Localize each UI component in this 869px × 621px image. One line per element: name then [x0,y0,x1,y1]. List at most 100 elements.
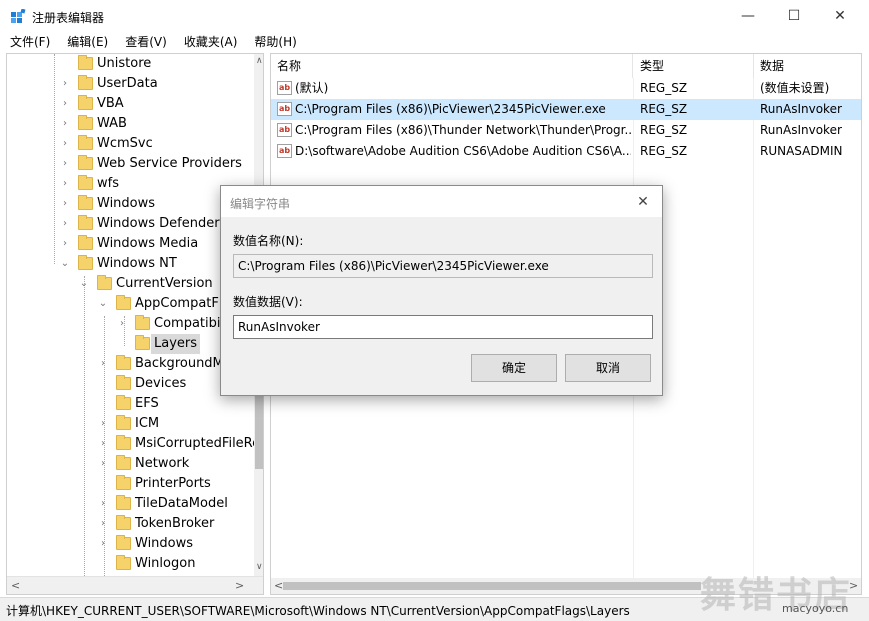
tree-item[interactable]: › Windows [7,194,254,214]
folder-icon [78,175,93,190]
tree-item[interactable]: Devices [7,374,254,394]
collapse-chevron-icon[interactable]: ⌄ [60,254,70,274]
folder-icon [116,495,131,510]
expand-chevron-icon[interactable]: › [98,414,108,434]
expand-chevron-icon[interactable]: › [98,514,108,534]
expand-chevron-icon[interactable]: › [98,494,108,514]
value-data-label: 数值数据(V): [233,295,303,309]
column-header-data[interactable]: 数据 [754,54,861,78]
close-button[interactable]: ✕ [817,0,863,32]
tree-item[interactable]: › wfs [7,174,254,194]
dialog-close-icon[interactable]: ✕ [633,192,653,212]
expand-chevron-icon[interactable]: › [117,314,127,334]
tree-scroll-thumb[interactable] [255,389,263,469]
tree-item[interactable]: EFS [7,394,254,414]
collapse-chevron-icon[interactable]: ⌄ [79,274,89,294]
menu-bar: 文件(F) 编辑(E) 查看(V) 收藏夹(A) 帮助(H) [0,32,869,52]
minimize-button[interactable]: — [725,0,771,32]
scroll-down-icon[interactable]: ∨ [256,562,263,572]
tree-horizontal-scrollbar[interactable]: < > [7,576,263,594]
expand-chevron-icon[interactable]: › [60,94,70,114]
watermark: 舞错书店 macyoyo.cn [700,566,865,621]
expand-chevron-icon[interactable]: › [60,134,70,154]
column-header-type[interactable]: 类型 [634,54,754,78]
expand-chevron-icon[interactable]: › [60,74,70,94]
string-value-icon: ab [277,102,292,116]
tree-item-label: CurrentVersion [116,276,213,291]
folder-icon [116,515,131,530]
column-header-name[interactable]: 名称 [271,54,633,78]
expand-chevron-icon[interactable]: › [98,354,108,374]
tree-item[interactable]: › Web Service Providers [7,154,254,174]
menu-help[interactable]: 帮助(H) [244,32,303,52]
folder-icon [116,555,131,570]
tree-item[interactable]: PrinterPorts [7,474,254,494]
expand-chevron-icon[interactable]: › [98,434,108,454]
tree-item[interactable]: › WAB [7,114,254,134]
list-scroll-thumb[interactable] [283,582,701,590]
list-item[interactable]: ab D:\software\Adobe Audition CS6\Adobe … [271,141,861,162]
scroll-up-icon[interactable]: ∧ [256,56,263,66]
value-type: REG_SZ [640,102,688,116]
tree-item[interactable]: ⌄ Windows NT [7,254,254,274]
tree-item[interactable]: › Windows [7,534,254,554]
cancel-button[interactable]: 取消 [565,354,651,382]
menu-file[interactable]: 文件(F) [0,32,57,52]
list-item-selected[interactable]: ab C:\Program Files (x86)\PicViewer\2345… [271,99,861,120]
tree-item[interactable]: › BackgroundModel [7,354,254,374]
tree-item-selected[interactable]: Layers [7,334,254,354]
tree-item-label: Windows [97,196,156,211]
tree-item[interactable]: ⌄ CurrentVersion [7,274,254,294]
collapse-chevron-icon[interactable]: ⌄ [98,294,108,314]
folder-open-icon [135,335,150,350]
folder-icon [116,375,131,390]
tree-item[interactable]: ⌄ AppCompatFlags [7,294,254,314]
maximize-button[interactable]: ☐ [771,0,817,32]
tree-item-label: wfs [97,176,119,191]
folder-icon [116,355,131,370]
tree-item[interactable]: › MsiCorruptedFileRecovery [7,434,263,454]
tree-item-label: Web Service Providers [97,156,242,171]
ok-button[interactable]: 确定 [471,354,557,382]
expand-chevron-icon[interactable]: › [60,214,70,234]
list-item[interactable]: ab (默认) REG_SZ (数值未设置) [271,78,861,99]
menu-edit[interactable]: 编辑(E) [57,32,115,52]
regedit-icon [11,9,26,23]
tree-item-label: Windows Media [97,236,199,251]
tree-item[interactable]: › VBA [7,94,254,114]
tree-item[interactable]: Unistore [7,54,254,74]
expand-chevron-icon[interactable]: › [60,114,70,134]
tree-item[interactable]: › Network [7,454,254,474]
expand-chevron-icon[interactable]: › [60,154,70,174]
expand-chevron-icon[interactable] [60,54,70,74]
string-value-icon: ab [277,123,292,137]
tree-item[interactable]: › TokenBroker [7,514,254,534]
value-name: C:\Program Files (x86)\Thunder Network\T… [295,123,631,137]
tree-item-label: Windows NT [97,256,177,271]
tree-item[interactable]: › Compatibility [7,314,254,334]
value-data-input[interactable]: RunAsInvoker [233,315,653,339]
tree-item[interactable]: › Windows Defender [7,214,254,234]
expand-chevron-icon[interactable]: › [60,234,70,254]
tree-item-label: Network [135,456,190,471]
tree-item[interactable]: › TileDataModel [7,494,254,514]
tree-item[interactable]: › WcmSvc [7,134,254,154]
tree-item-label: Unistore [97,56,152,71]
expand-chevron-icon[interactable]: › [98,454,108,474]
expand-chevron-icon[interactable]: › [98,534,108,554]
scroll-left-icon[interactable]: < [274,579,283,592]
tree-item[interactable]: › ICM [7,414,254,434]
expand-chevron-icon[interactable]: › [60,174,70,194]
menu-favorites[interactable]: 收藏夹(A) [174,32,245,52]
expand-chevron-icon[interactable]: › [60,194,70,214]
tree-item[interactable]: Winlogon [7,554,254,574]
string-value-icon: ab [277,144,292,158]
tree-item[interactable]: › Windows Media [7,234,254,254]
list-item[interactable]: ab C:\Program Files (x86)\Thunder Networ… [271,120,861,141]
menu-view[interactable]: 查看(V) [115,32,174,52]
folder-icon [78,155,93,170]
tree-item-label: Winlogon [135,556,196,571]
scroll-left-icon[interactable]: < [11,579,20,592]
tree-item[interactable]: › UserData [7,74,254,94]
scroll-right-icon[interactable]: > [235,579,244,592]
